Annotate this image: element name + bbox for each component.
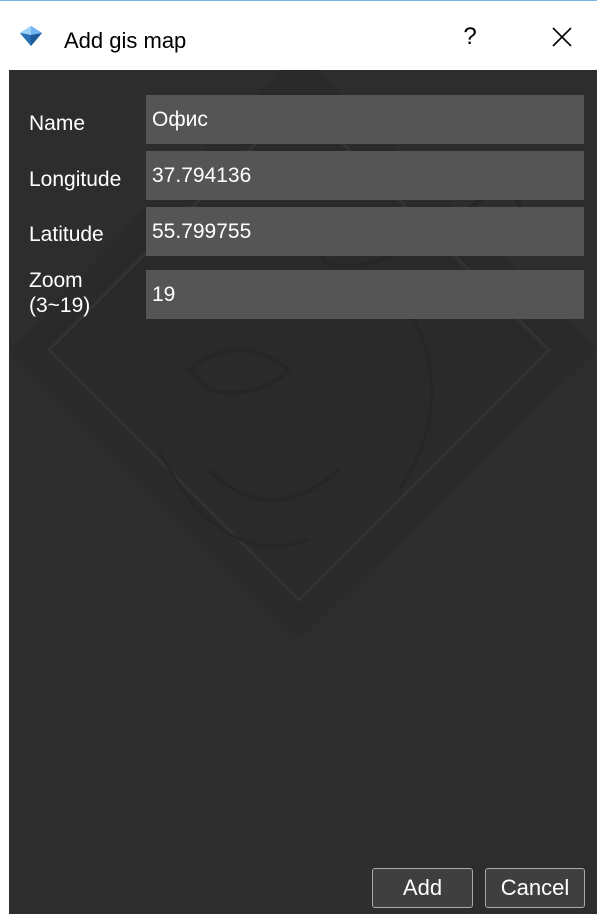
window-title: Add gis map (64, 28, 187, 53)
close-icon (552, 27, 572, 47)
longitude-field[interactable] (146, 151, 584, 200)
name-label: Name (29, 112, 86, 135)
latitude-label: Latitude (29, 223, 104, 246)
zoom-label-line2: (3~19) (29, 294, 91, 317)
longitude-label: Longitude (29, 168, 122, 191)
close-button[interactable] (536, 17, 588, 57)
app-gem-icon (18, 23, 44, 49)
zoom-label: Zoom (3~19) (29, 268, 90, 318)
cancel-button[interactable]: Cancel (485, 868, 585, 908)
title-bar[interactable]: Add gis map ? (0, 0, 597, 70)
dialog-body: Name Longitude Latitude Zoom (3~19) Add … (9, 70, 597, 914)
add-gis-map-dialog: Add gis map ? Name Longitude Latitude (0, 0, 597, 914)
zoom-label-line1: Zoom (29, 269, 83, 292)
help-button[interactable]: ? (446, 17, 494, 57)
add-button[interactable]: Add (372, 868, 473, 908)
latitude-field[interactable] (146, 207, 584, 256)
zoom-field[interactable] (146, 270, 584, 319)
name-field[interactable] (146, 95, 584, 144)
